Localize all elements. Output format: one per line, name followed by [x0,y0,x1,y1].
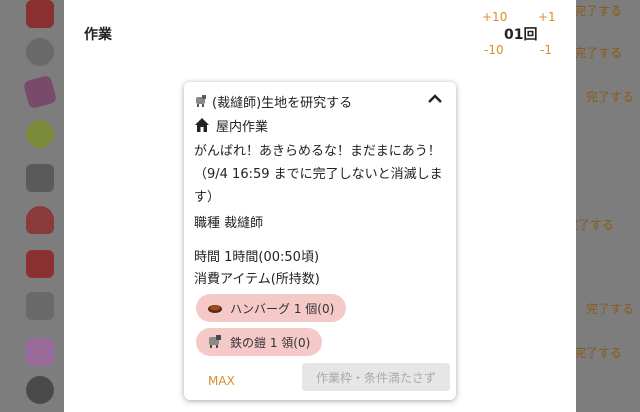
step-minus10-button[interactable]: -10 [484,43,504,57]
background-status-text: 完了する [576,346,623,360]
armor-goat-icon [206,334,224,350]
background-right-list: 完了する 完了する 完了する 完了する 完了する 完了する [576,0,640,412]
max-button[interactable]: MAX [208,374,235,388]
card-header[interactable]: (裁縫師)生地を研究する [194,90,446,111]
background-left-list [0,0,64,412]
consume-items-label: 消費アイテム(所持数) [194,272,320,287]
work-panel: 作業 +10 +1 01回 -10 -1 (裁縫師)生地を研究する 屋内作業 が… [64,0,576,412]
step-plus1-button[interactable]: +1 [538,10,556,24]
house-icon [194,117,210,133]
card-icon [22,74,58,110]
work-location: 屋内作業 [194,116,269,135]
potion-icon [26,206,54,234]
wheel-icon [26,376,54,404]
work-time: 時間 1時間(00:50頃) [194,250,320,265]
furnace-icon [26,164,54,192]
background-status-text: 完了する [586,302,635,316]
background-status-text: 完了する [586,90,635,104]
tailor-goat-icon [194,94,208,108]
barrel-icon [26,292,54,320]
background-status-text: 完了する [576,46,623,60]
deadline-message: がんばれ！あきらめるな！まだまにあう！（9/4 16:59 までに完了しないと消… [194,144,443,205]
cloth-icon [26,338,54,366]
hamburger-icon [206,300,224,316]
task-detail-card: (裁縫師)生地を研究する 屋内作業 がんばれ！あきらめるな！まだまにあう！（9/… [184,82,456,400]
consume-item-label: ハンバーグ 1 個(0) [230,301,335,316]
background-status-text: 完了する [576,4,623,18]
consume-item-chip: ハンバーグ 1 個(0) [196,294,347,322]
card-title: (裁縫師)生地を研究する [212,95,353,111]
red-gem-icon [26,0,54,28]
start-work-button[interactable]: 作業枠・条件満たさず [302,363,450,391]
consume-item-label: 鉄の鎧 1 領(0) [230,335,311,350]
step-plus10-button[interactable]: +10 [482,10,507,24]
consume-item-chip: 鉄の鎧 1 領(0) [196,328,323,356]
repeat-counter: 01回 [504,27,538,43]
step-minus1-button[interactable]: -1 [540,43,552,57]
background-status-text: 完了する [576,218,615,232]
chevron-up-icon[interactable] [426,90,444,108]
red-gem-icon [26,250,54,278]
page-title: 作業 [84,27,112,43]
job-type: 職種 裁縫師 [194,216,264,231]
location-label: 屋内作業 [216,119,269,135]
plant-pot-icon [26,120,54,148]
helmet-icon [26,38,54,66]
